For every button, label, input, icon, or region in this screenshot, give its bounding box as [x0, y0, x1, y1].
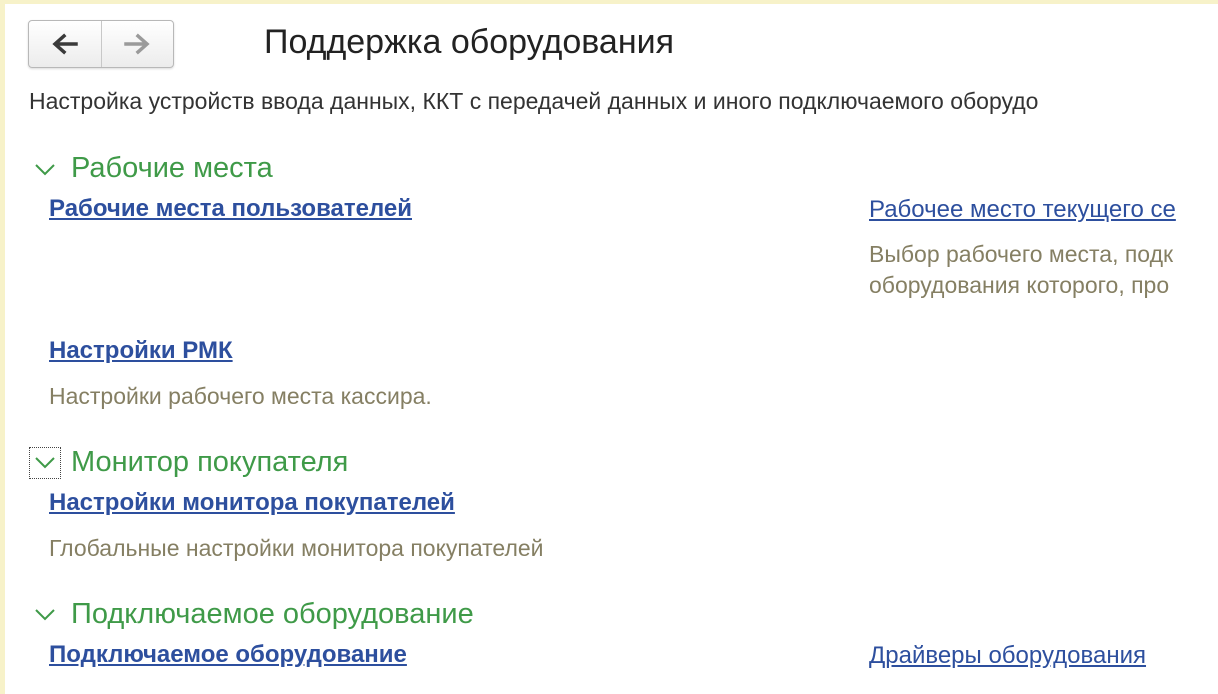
arrow-right-icon — [124, 33, 150, 55]
back-button[interactable] — [29, 21, 101, 67]
section-title-customer-display: Монитор покупателя — [71, 446, 349, 478]
navigation-buttons — [28, 20, 174, 68]
section-toggle-customer-display[interactable] — [29, 447, 61, 479]
link-user-workplaces[interactable]: Рабочие места пользователей — [49, 195, 412, 224]
link-rmk-settings[interactable]: Настройки РМК — [49, 337, 233, 366]
section-title-peripherals: Подключаемое оборудование — [71, 598, 474, 630]
link-peripherals[interactable]: Подключаемое оборудование — [49, 641, 407, 670]
chevron-down-icon — [35, 457, 55, 469]
window-frame-top — [0, 0, 1218, 4]
section-title-workplaces: Рабочие места — [71, 152, 273, 184]
section-toggle-peripherals[interactable] — [28, 599, 62, 631]
page-title: Поддержка оборудования — [264, 23, 675, 61]
link-current-session-workplace[interactable]: Рабочее место текущего се — [869, 196, 1218, 225]
description-rmk-settings: Настройки рабочего места кассира. — [49, 383, 432, 409]
description-customer-display-settings: Глобальные настройки монитора покупателе… — [49, 535, 544, 561]
link-customer-display-settings[interactable]: Настройки монитора покупателей — [49, 489, 455, 518]
window-frame-left — [0, 0, 5, 694]
description-line: оборудования которого, про — [869, 272, 1170, 298]
chevron-down-icon — [35, 164, 55, 176]
description-line: Выбор рабочего места, подк — [869, 241, 1174, 267]
chevron-down-icon — [35, 609, 55, 621]
arrow-left-icon — [52, 33, 78, 55]
section-toggle-workplaces[interactable] — [28, 154, 62, 186]
forward-button[interactable] — [100, 21, 174, 67]
description-current-session-workplace: Выбор рабочего места, подк оборудования … — [869, 239, 1218, 301]
link-equipment-drivers[interactable]: Драйверы оборудования — [869, 642, 1146, 671]
page-subtitle: Настройка устройств ввода данных, ККТ с … — [29, 88, 1039, 114]
